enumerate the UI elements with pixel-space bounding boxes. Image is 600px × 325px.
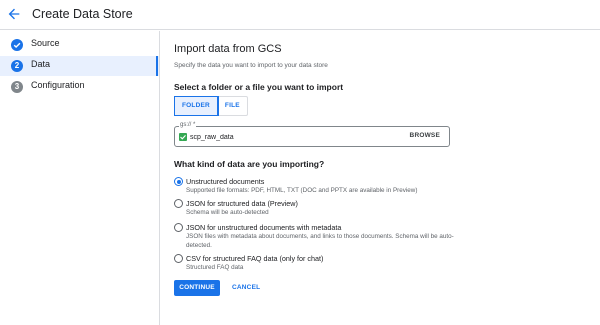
radio-button[interactable] (174, 177, 183, 186)
stepper-sidebar: Source 2 Data 3 Configuration (0, 31, 160, 325)
option-label: CSV for structured FAQ data (only for ch… (186, 254, 324, 263)
arrow-left-icon[interactable] (6, 6, 22, 22)
radio-button[interactable] (174, 254, 183, 263)
gcs-field-label: gs:// * (179, 122, 197, 128)
option-description: Supported file formats: PDF, HTML, TXT (… (186, 187, 418, 194)
folder-file-toggle: FOLDER FILE (174, 96, 248, 116)
radio-button[interactable] (174, 199, 183, 208)
cancel-button[interactable]: CANCEL (232, 280, 260, 296)
top-bar: Create Data Store (0, 0, 600, 30)
toggle-file[interactable]: FILE (218, 97, 247, 115)
step-configuration[interactable]: 3 Configuration (0, 77, 159, 97)
option-label: JSON for unstructured documents with met… (186, 223, 342, 232)
step-number: 2 (11, 60, 23, 72)
data-kind-heading: What kind of data are you importing? (174, 159, 325, 169)
radio-button[interactable] (174, 223, 183, 232)
step-number: 3 (11, 81, 23, 93)
step-data[interactable]: 2 Data (0, 56, 159, 76)
option-label: Unstructured documents (186, 177, 265, 186)
check-icon (11, 39, 23, 51)
step-label: Configuration (31, 80, 85, 90)
step-source[interactable]: Source (0, 35, 159, 55)
section-subtitle: Specify the data you want to import to y… (174, 62, 328, 69)
browse-button[interactable]: BROWSE (410, 132, 440, 139)
bucket-icon (179, 133, 187, 141)
step-label: Data (31, 59, 51, 69)
page-title: Create Data Store (32, 7, 133, 21)
option-description: Structured FAQ data (186, 264, 244, 271)
option-description: Schema will be auto-detected (186, 209, 269, 216)
gcs-path-input[interactable] (190, 131, 390, 143)
gcs-path-field: gs:// * BROWSE (174, 122, 450, 147)
step-label: Source (31, 38, 60, 48)
toggle-folder[interactable]: FOLDER (174, 96, 219, 116)
continue-button[interactable]: CONTINUE (174, 280, 220, 296)
option-label: JSON for structured data (Preview) (186, 199, 298, 208)
option-description: JSON files with metadata about documents… (186, 233, 454, 249)
section-heading: Import data from GCS (174, 43, 282, 55)
select-heading: Select a folder or a file you want to im… (174, 82, 344, 92)
